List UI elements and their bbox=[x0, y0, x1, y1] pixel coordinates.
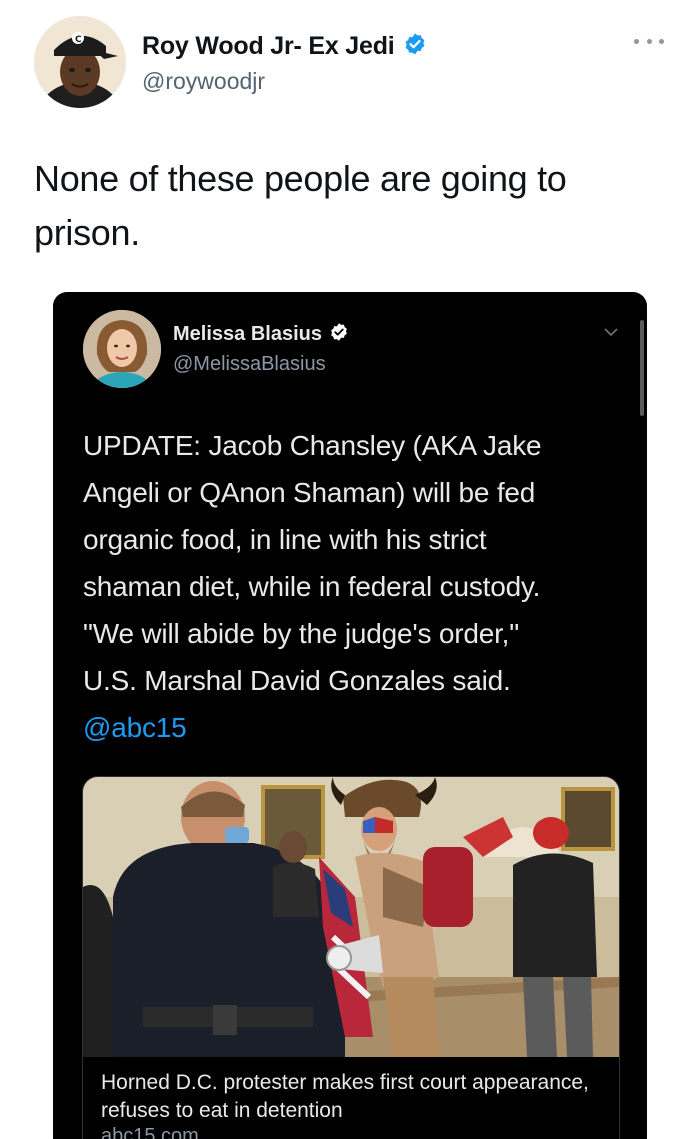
quoted-screenshot: Melissa Blasius @MelissaBlasius UPDATE: … bbox=[53, 292, 647, 1139]
link-card-domain: abc15.com bbox=[101, 1125, 199, 1139]
embedded-author-avatar-image bbox=[83, 310, 161, 388]
author-name-row: Roy Wood Jr- Ex Jedi bbox=[142, 32, 427, 61]
verified-badge-icon bbox=[403, 32, 427, 61]
author-name[interactable]: Roy Wood Jr- Ex Jedi bbox=[142, 32, 395, 61]
link-card-photo bbox=[83, 777, 619, 1057]
embedded-text-line: UPDATE: Jacob Chansley (AKA Jake bbox=[83, 430, 542, 461]
more-options-icon[interactable] bbox=[634, 34, 664, 48]
embedded-text-line: Angeli or QAnon Shaman) will be fed bbox=[83, 477, 536, 508]
embedded-text-line: U.S. Marshal David Gonzales said. bbox=[83, 665, 511, 696]
author-avatar[interactable]: C bbox=[34, 16, 126, 108]
author-avatar-image: C bbox=[34, 16, 126, 108]
embedded-verified-badge-icon bbox=[329, 322, 349, 347]
embedded-author-name-row: Melissa Blasius bbox=[173, 322, 349, 347]
svg-text:C: C bbox=[75, 35, 82, 45]
link-card: Horned D.C. protester makes first court … bbox=[82, 776, 620, 1139]
author-handle[interactable]: @roywoodjr bbox=[142, 68, 265, 95]
scrollbar[interactable] bbox=[640, 320, 644, 416]
mention-link: @abc15 bbox=[83, 712, 187, 743]
embedded-author-avatar bbox=[83, 310, 161, 388]
tweet-screenshot: C Roy Wood Jr- Ex Jedi @roywoodjr None o… bbox=[0, 0, 700, 1139]
embedded-text-line: "We will abide by the judge's order," bbox=[83, 618, 519, 649]
tweet-text: None of these people are going to prison… bbox=[34, 158, 567, 253]
embedded-author-handle: @MelissaBlasius bbox=[173, 353, 326, 375]
chevron-down-icon bbox=[604, 328, 618, 337]
embedded-text-line: shaman diet, while in federal custody. bbox=[83, 571, 541, 602]
embedded-author-name: Melissa Blasius bbox=[173, 323, 322, 345]
embedded-tweet-text: UPDATE: Jacob Chansley (AKA Jake Angeli … bbox=[83, 422, 623, 751]
link-card-title: Horned D.C. protester makes first court … bbox=[101, 1071, 589, 1122]
embedded-text-line: organic food, in line with his strict bbox=[83, 524, 487, 555]
